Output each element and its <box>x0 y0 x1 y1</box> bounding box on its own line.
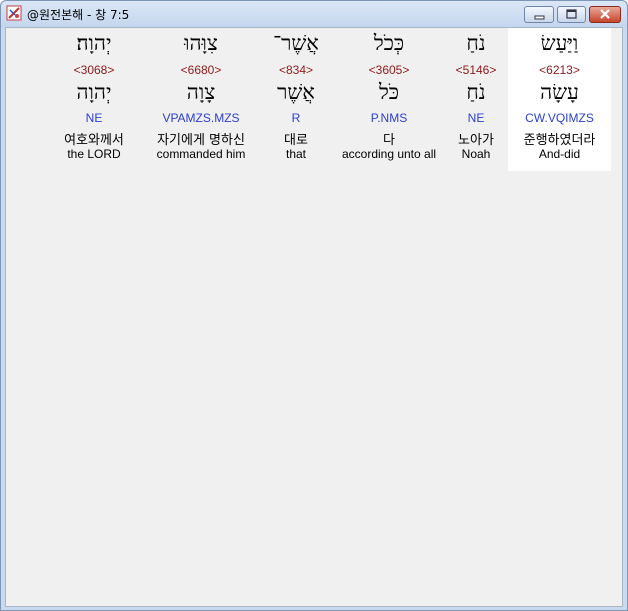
korean-gloss: 다 <box>383 133 395 148</box>
strong-number[interactable]: <3605> <box>336 63 442 77</box>
title-bar[interactable]: @원전본해 - 창 7:5 <box>1 1 627 27</box>
app-window: @원전본해 - 창 7:5 יְהוָה׃ <3068> יְהוָה NE 여… <box>0 0 628 611</box>
hebrew-word: יְהוָה׃ <box>76 31 112 55</box>
app-logo-icon <box>6 5 22 21</box>
hebrew-lemma: אֲשֶׁר <box>277 80 315 104</box>
word-column[interactable]: צִוָּהוּ <6680> צָוָה VPAMZS.MZS 자기에게 명하… <box>146 28 256 171</box>
hebrew-word: וַיַּעַשׂ <box>540 31 579 55</box>
maximize-icon <box>566 9 577 19</box>
strong-number[interactable]: <3068> <box>54 63 134 77</box>
strong-number[interactable]: <6213> <box>508 63 611 77</box>
close-icon <box>600 9 610 19</box>
word-column-selected[interactable]: וַיַּעַשׂ <6213> עָשָׂה CW.VQIMZS 준행하였더라… <box>508 28 611 171</box>
hebrew-word: כְּכֹל <box>373 31 405 55</box>
hebrew-word: אֲשֶׁר־ <box>273 31 319 55</box>
hebrew-word: נֹחַ <box>466 31 486 55</box>
morphology-code[interactable]: VPAMZS.MZS <box>146 111 256 125</box>
morphology-code[interactable]: NE <box>446 111 506 125</box>
english-gloss: that <box>285 147 306 161</box>
english-gloss: Noah <box>461 147 491 161</box>
korean-gloss: 자기에게 명하신 <box>157 133 245 148</box>
hebrew-lemma: עָשָׂה <box>540 80 579 104</box>
close-button[interactable] <box>589 6 621 23</box>
word-column[interactable]: כְּכֹל <3605> כֹּל P.NMS 다 according unt… <box>336 28 442 171</box>
interlinear-view: יְהוָה׃ <3068> יְהוָה NE 여호와께서 the LORD … <box>5 27 623 607</box>
english-gloss: commanded him <box>156 147 246 161</box>
minimize-icon <box>534 15 545 20</box>
hebrew-lemma: יְהוָה <box>76 80 112 104</box>
window-title: @원전본해 - 창 7:5 <box>27 8 130 22</box>
hebrew-lemma: צָוָה <box>186 80 216 104</box>
strong-number[interactable]: <834> <box>266 63 326 77</box>
english-gloss: the LORD <box>67 147 121 161</box>
maximize-button[interactable] <box>557 6 586 23</box>
morphology-code[interactable]: R <box>266 111 326 125</box>
word-column[interactable]: נֹחַ <5146> נֹחַ NE 노아가 Noah <box>446 28 506 171</box>
korean-gloss: 노아가 <box>458 133 494 148</box>
morphology-code[interactable]: CW.VQIMZS <box>508 111 611 125</box>
minimize-button[interactable] <box>524 6 554 23</box>
morphology-code[interactable]: P.NMS <box>336 111 442 125</box>
strong-number[interactable]: <5146> <box>446 63 506 77</box>
morphology-code[interactable]: NE <box>54 111 134 125</box>
strong-number[interactable]: <6680> <box>146 63 256 77</box>
hebrew-word: צִוָּהוּ <box>184 31 218 55</box>
korean-gloss: 대로 <box>284 133 308 148</box>
korean-gloss: 준행하였더라 <box>523 133 596 148</box>
korean-gloss: 여호와께서 <box>64 133 124 148</box>
english-gloss: according unto all <box>341 147 437 161</box>
english-gloss: And-did <box>538 147 581 161</box>
word-column[interactable]: אֲשֶׁר־ <834> אֲשֶׁר R 대로 that <box>266 28 326 171</box>
hebrew-lemma: נֹחַ <box>466 80 486 104</box>
word-column[interactable]: יְהוָה׃ <3068> יְהוָה NE 여호와께서 the LORD <box>54 28 134 171</box>
hebrew-lemma: כֹּל <box>378 80 400 104</box>
